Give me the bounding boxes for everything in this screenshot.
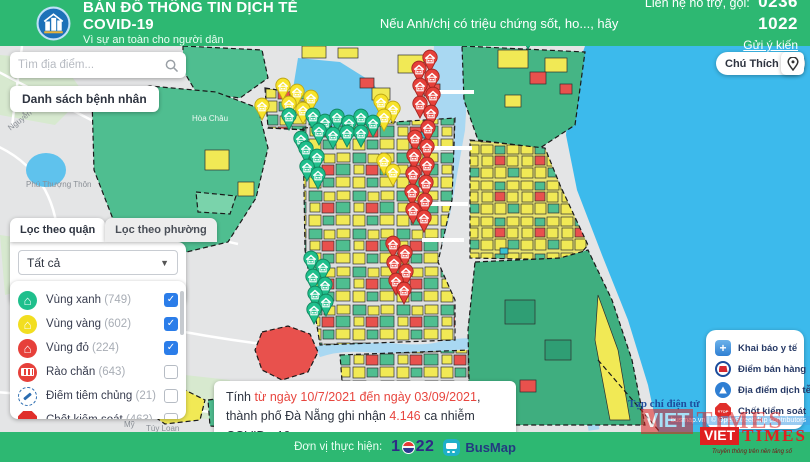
legend-label: Vùng xanh (749) [46, 294, 164, 306]
health-declaration-icon [715, 340, 731, 356]
legend-count: (463) [126, 414, 153, 419]
filter-tabs: Lọc theo quận Lọc theo phường [10, 218, 217, 242]
place-label: Hòa Châu [192, 114, 228, 123]
yellow-zone-icon [18, 315, 37, 334]
locate-button[interactable] [781, 52, 804, 75]
vaccination-icon [18, 387, 37, 406]
legend-label: Điểm tiêm chủng (21) [46, 390, 164, 402]
green-zone-icon [18, 291, 37, 310]
watermark-tagline: Truyền thông trên nền tảng số [712, 449, 792, 455]
summary-prefix: Tính [226, 390, 255, 404]
market-icon [715, 361, 731, 377]
red-zone-icon [18, 339, 37, 358]
legend-list: Vùng xanh (749) Vùng vàng (602) Vùng đỏ (2… [18, 289, 178, 419]
search-placeholder: Tìm địa điểm... [18, 59, 165, 71]
district-select-value: Tất cả [27, 256, 60, 270]
legend-checkbox[interactable] [164, 341, 178, 355]
app-logo [36, 6, 71, 41]
logo-busmap: BusMap [443, 439, 516, 456]
footer-bar: Đơn vị thực hiện: 122 BusMap [0, 432, 810, 462]
search-input[interactable]: Tìm địa điểm... [10, 52, 186, 78]
quick-action-health-declaration[interactable]: Khai báo y tế [715, 338, 795, 358]
page-subtitle: Vì sự an toàn cho người dân [83, 34, 346, 47]
watermark-viet: VIET [641, 409, 693, 434]
legend-item: Chốt kiểm soát (463) [18, 409, 178, 419]
legend-label: Rào chắn (643) [46, 366, 164, 378]
legend-item: Vùng xanh (749) [18, 289, 178, 311]
legend-item: Vùng đỏ (224) [18, 337, 178, 359]
support-label: Liên hệ hỗ trợ, gọi: [645, 0, 750, 10]
legend-checkbox[interactable] [164, 413, 178, 419]
summary-case-count: 4.146 [389, 409, 420, 423]
chevron-down-icon: ▼ [160, 258, 169, 268]
legend-item: Điểm tiêm chủng (21) [18, 385, 178, 407]
epidemic-location-icon [715, 382, 731, 398]
logo-1022: 122 [391, 438, 434, 456]
page-title: BẢN ĐỒ THÔNG TIN DỊCH TỄ COVID-19 [83, 0, 346, 33]
tab-filter-district[interactable]: Lọc theo quận [10, 218, 105, 242]
logo-1022-circle-icon [402, 441, 415, 454]
quick-action-label: Địa điểm dịch tễ [738, 385, 810, 396]
announcement-text: Nếu Anh/chị có triệu chứng sốt, ho..., h… [380, 16, 619, 31]
place-label: Phú Thượng Thôn [26, 180, 91, 189]
support-phone: 0236 1022 [758, 0, 798, 33]
quick-action-market[interactable]: Điểm bán hàng [715, 359, 795, 379]
legend-count: (749) [104, 294, 131, 306]
legend-label: Chốt kiểm soát (463) [46, 414, 164, 419]
location-pin-icon [787, 57, 799, 71]
legend-checkbox[interactable] [164, 389, 178, 403]
footer-label: Đơn vị thực hiện: [294, 441, 382, 453]
legend-count: (602) [104, 318, 131, 330]
legend-count: (21) [135, 390, 155, 402]
legend-label: Vùng đỏ (224) [46, 342, 164, 354]
barrier-icon [18, 363, 37, 382]
quick-action-label: Khai báo y tế [738, 343, 797, 354]
busmap-name: BusMap [465, 440, 516, 455]
quick-action-epidemic-location[interactable]: Địa điểm dịch tễ [715, 380, 795, 400]
legend-checkbox[interactable] [164, 317, 178, 331]
app-header: BẢN ĐỒ THÔNG TIN DỊCH TỄ COVID-19 Vì sự … [0, 0, 810, 46]
legend-count: (643) [98, 366, 125, 378]
legend-count: (224) [92, 342, 119, 354]
patient-list-button[interactable]: Danh sách bệnh nhân [10, 86, 159, 112]
watermark-viet: VIET [700, 427, 739, 445]
legend-item: Vùng vàng (602) [18, 313, 178, 335]
legend-item: Rào chắn (643) [18, 361, 178, 383]
watermark-viettimes-small: VIET TIMES [700, 426, 807, 446]
legend-checkbox[interactable] [164, 365, 178, 379]
legend-panel: Vùng xanh (749) Vùng vàng (602) Vùng đỏ (2… [10, 281, 186, 419]
watermark-times: TIMES [742, 426, 807, 446]
quick-action-label: Điểm bán hàng [738, 364, 806, 375]
bus-icon [443, 439, 460, 456]
legend-toggle-label: Chú Thích [725, 58, 779, 70]
feedback-link[interactable]: Gửi ý kiến [743, 38, 798, 53]
place-label: Mỹ [124, 420, 135, 429]
legend-scrollbar[interactable] [180, 291, 184, 335]
search-icon [165, 59, 178, 72]
legend-checkbox[interactable] [164, 293, 178, 307]
summary-date-range: từ ngày 10/7/2021 đến ngày 03/09/2021 [255, 390, 477, 404]
covid-map-app: #pins use{stroke-width:.9} .pin-red{fill… [0, 0, 810, 462]
legend-label: Vùng vàng (602) [46, 318, 164, 330]
checkpoint-icon [18, 411, 37, 420]
district-select[interactable]: Tất cả ▼ [18, 250, 178, 275]
tab-filter-ward[interactable]: Lọc theo phường [105, 218, 217, 242]
